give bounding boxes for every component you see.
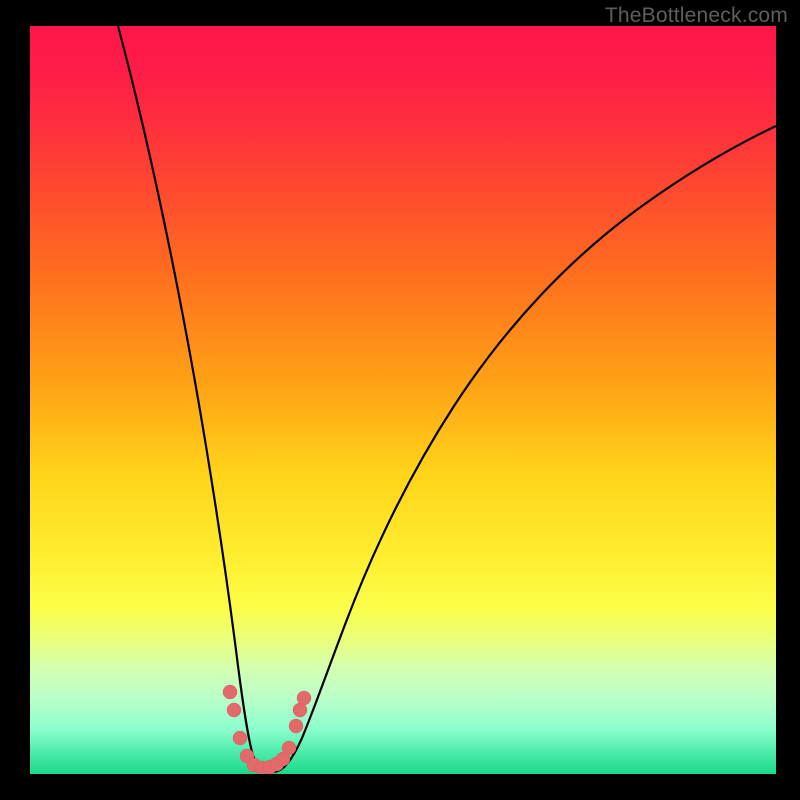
plot-area xyxy=(30,26,776,774)
curves-svg xyxy=(30,26,776,774)
marker-group xyxy=(223,685,311,774)
chart-container: TheBottleneck.com xyxy=(0,0,800,800)
bottleneck-curve xyxy=(118,26,776,772)
watermark-text: TheBottleneck.com xyxy=(605,4,788,28)
